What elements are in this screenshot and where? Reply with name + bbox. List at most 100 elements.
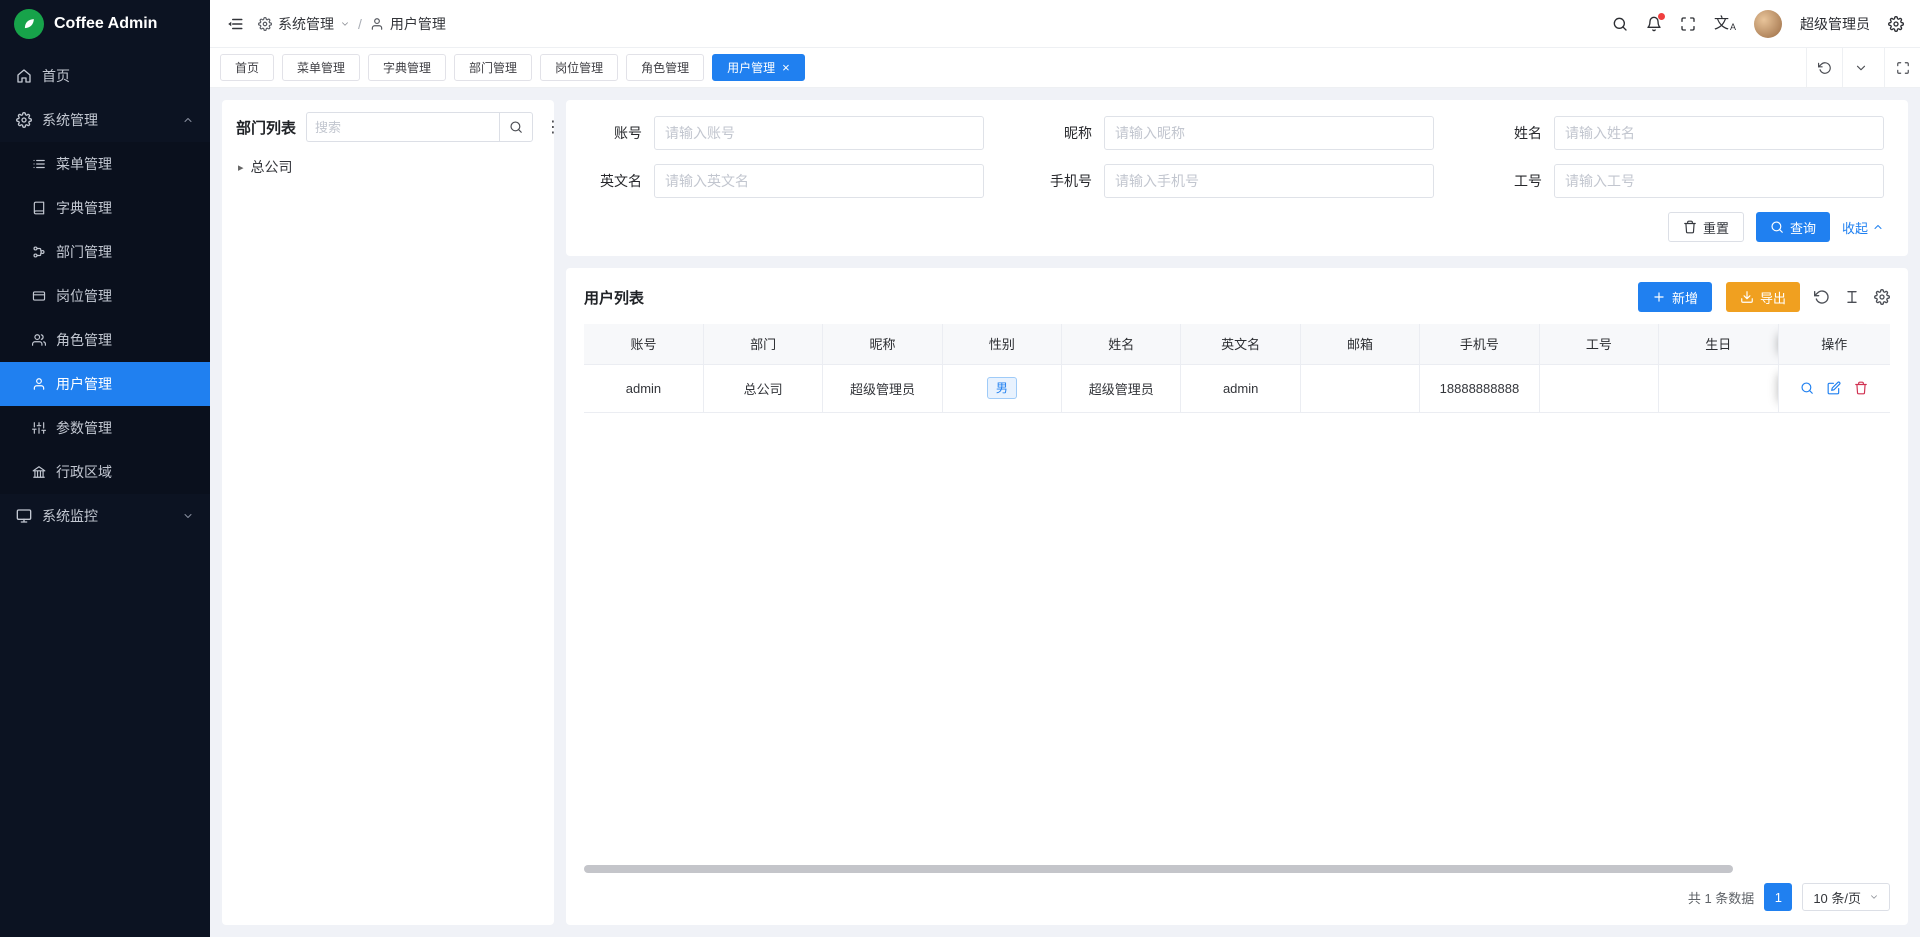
download-icon — [1740, 290, 1754, 304]
col-name: 姓名 — [1062, 324, 1181, 364]
table-header-row: 账号 部门 昵称 性别 姓名 英文名 邮箱 手机号 工号 生日 操作 — [584, 324, 1890, 364]
user-table: 账号 部门 昵称 性别 姓名 英文名 邮箱 手机号 工号 生日 操作 — [584, 324, 1890, 413]
cell-gender: 男 — [942, 364, 1061, 412]
tab-menu-management[interactable]: 菜单管理 — [282, 54, 360, 81]
department-panel: 部门列表 ⋮ ▸ 总公司 — [222, 100, 554, 925]
tab-dept-management[interactable]: 部门管理 — [454, 54, 532, 81]
add-user-button[interactable]: 新增 — [1638, 282, 1712, 312]
name-input[interactable] — [1554, 116, 1884, 150]
list-icon — [32, 157, 46, 171]
settings-gear-icon[interactable] — [1888, 16, 1904, 32]
account-input[interactable] — [654, 116, 984, 150]
page-size-select[interactable]: 10 条/页 — [1802, 883, 1890, 911]
collapse-filter-link[interactable]: 收起 — [1842, 218, 1884, 237]
nickname-input[interactable] — [1104, 116, 1434, 150]
phone-input[interactable] — [1104, 164, 1434, 198]
book-icon — [32, 201, 46, 215]
col-dept: 部门 — [703, 324, 822, 364]
plus-icon — [1652, 290, 1666, 304]
sidebar-item-label: 系统管理 — [42, 110, 98, 130]
sidebar-item-post-management[interactable]: 岗位管理 — [0, 274, 210, 318]
english-name-label: 英文名 — [590, 171, 654, 191]
sidebar-item-admin-region[interactable]: 行政区域 — [0, 450, 210, 494]
col-gender: 性别 — [942, 324, 1061, 364]
breadcrumb-level2[interactable]: 用户管理 — [390, 14, 446, 34]
table-empty-space — [584, 413, 1890, 864]
col-nickname: 昵称 — [823, 324, 942, 364]
scrollbar-thumb[interactable] — [584, 865, 1733, 873]
department-search-input[interactable] — [306, 112, 499, 142]
view-row-button[interactable] — [1800, 381, 1814, 395]
current-user-name[interactable]: 超级管理员 — [1800, 14, 1870, 34]
table-refresh-button[interactable] — [1814, 289, 1830, 305]
work-no-field: 工号 — [1490, 164, 1884, 198]
col-operations: 操作 — [1778, 324, 1890, 364]
cell-name: 超级管理员 — [1062, 364, 1181, 412]
system-management-submenu: 菜单管理 字典管理 部门管理 岗位管理 角色管理 — [0, 142, 210, 494]
department-search-button[interactable] — [499, 112, 533, 142]
sidebar-item-dept-management[interactable]: 部门管理 — [0, 230, 210, 274]
col-phone: 手机号 — [1420, 324, 1539, 364]
tab-user-management[interactable]: 用户管理 × — [712, 54, 805, 81]
sidebar-item-user-management[interactable]: 用户管理 — [0, 362, 210, 406]
query-button[interactable]: 查询 — [1756, 212, 1830, 242]
cell-birthday — [1659, 364, 1778, 412]
translate-icon[interactable]: 文A — [1714, 16, 1736, 32]
tree-item-head-office[interactable]: ▸ 总公司 — [236, 154, 540, 180]
app-logo[interactable]: Coffee Admin — [0, 0, 210, 48]
nickname-label: 昵称 — [1040, 123, 1104, 143]
sidebar-item-system-monitor[interactable]: 系统监控 — [0, 494, 210, 538]
department-search — [306, 112, 533, 142]
notification-bell[interactable] — [1646, 16, 1662, 32]
chevron-down-icon — [182, 510, 194, 522]
tab-role-management[interactable]: 角色管理 — [626, 54, 704, 81]
refresh-icon — [1818, 61, 1832, 75]
tab-actions-dropdown[interactable] — [1842, 48, 1878, 87]
sidebar-item-system-management[interactable]: 系统管理 — [0, 98, 210, 142]
user-table-title: 用户列表 — [584, 287, 644, 308]
sidebar-item-param-management[interactable]: 参数管理 — [0, 406, 210, 450]
tab-post-management[interactable]: 岗位管理 — [540, 54, 618, 81]
total-count-text: 共 1 条数据 — [1688, 888, 1754, 907]
export-button[interactable]: 导出 — [1726, 282, 1800, 312]
menu-fold-icon[interactable] — [226, 15, 244, 33]
avatar[interactable] — [1754, 10, 1782, 38]
badge-icon — [32, 289, 46, 303]
magnifier-icon — [1800, 381, 1814, 395]
tab-close-icon[interactable]: × — [782, 61, 790, 74]
english-name-input[interactable] — [654, 164, 984, 198]
sidebar-item-dict-management[interactable]: 字典管理 — [0, 186, 210, 230]
content-fullscreen-button[interactable] — [1884, 48, 1920, 87]
work-no-input[interactable] — [1554, 164, 1884, 198]
tab-dict-management[interactable]: 字典管理 — [368, 54, 446, 81]
cell-email — [1300, 364, 1419, 412]
department-panel-title: 部门列表 — [236, 117, 296, 138]
leaf-logo-icon — [14, 9, 44, 39]
col-birthday: 生日 — [1659, 324, 1778, 364]
breadcrumb-level1[interactable]: 系统管理 — [278, 14, 334, 34]
edit-row-button[interactable] — [1827, 381, 1841, 395]
tab-home[interactable]: 首页 — [220, 54, 274, 81]
trash-icon — [1683, 220, 1697, 234]
phone-label: 手机号 — [1040, 171, 1104, 191]
sidebar-item-role-management[interactable]: 角色管理 — [0, 318, 210, 362]
row-height-button[interactable] — [1844, 289, 1860, 305]
app-root: Coffee Admin 首页 系统管理 菜单管理 字典管理 — [0, 0, 1920, 937]
sidebar-item-home[interactable]: 首页 — [0, 54, 210, 98]
table-settings-button[interactable] — [1874, 289, 1890, 305]
delete-row-button[interactable] — [1854, 381, 1868, 395]
user-icon — [32, 377, 46, 391]
caret-right-icon[interactable]: ▸ — [238, 161, 244, 174]
reset-button[interactable]: 重置 — [1668, 212, 1744, 242]
search-icon[interactable] — [1612, 16, 1628, 32]
chevron-down-icon — [1869, 892, 1879, 902]
fullscreen-icon[interactable] — [1680, 16, 1696, 32]
department-more-icon[interactable]: ⋮ — [543, 117, 563, 137]
tab-refresh-button[interactable] — [1806, 48, 1842, 87]
work-no-label: 工号 — [1490, 171, 1554, 191]
page-1-button[interactable]: 1 — [1764, 883, 1792, 911]
search-icon — [1770, 220, 1784, 234]
breadcrumb: 系统管理 / 用户管理 — [258, 14, 446, 34]
sidebar-item-menu-management[interactable]: 菜单管理 — [0, 142, 210, 186]
english-name-field: 英文名 — [590, 164, 984, 198]
